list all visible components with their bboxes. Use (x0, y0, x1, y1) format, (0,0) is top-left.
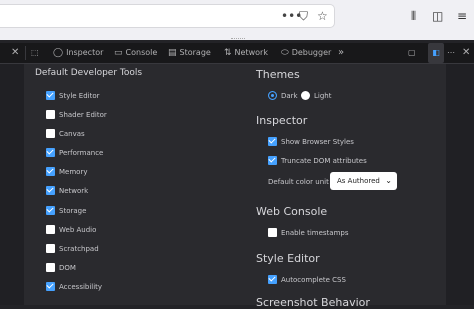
menu-icon[interactable]: ≡ (457, 8, 467, 24)
style-editor-heading: Style Editor (256, 252, 320, 265)
themes-heading: Themes (256, 68, 300, 81)
tab-network[interactable]: ⇅ Network (224, 43, 268, 63)
checkbox[interactable] (46, 186, 55, 195)
checkbox[interactable] (46, 282, 55, 291)
close-devtools-icon[interactable]: ✕ (11, 43, 19, 63)
sidebar-icon[interactable]: ◫ (432, 8, 443, 24)
panel-right-margin (446, 64, 474, 305)
responsive-design-icon[interactable]: ▢ (408, 43, 416, 63)
checkbox[interactable] (46, 206, 55, 215)
color-unit-select[interactable]: As Authored ⌄ (330, 172, 397, 190)
screenshot-heading: Screenshot Behavior (256, 296, 370, 309)
element-picker-icon[interactable]: ⬚ (31, 43, 39, 63)
checkbox[interactable] (268, 137, 277, 146)
panel-left-margin (0, 64, 24, 305)
checkbox[interactable] (268, 156, 277, 165)
radio-button[interactable] (268, 91, 277, 100)
close-toolbox-icon[interactable]: ✕ (462, 43, 470, 63)
default-tools-heading: Default Developer Tools (35, 68, 143, 78)
tab-debugger[interactable]: ⬭ Debugger (281, 43, 331, 63)
resize-grip-icon[interactable] (231, 38, 245, 41)
chevron-down-icon: ⌄ (385, 176, 392, 185)
devtools-toolbar: ✕ ⬚ ◯ Inspector ▭ Console ▤ Storage ⇅ Networ… (0, 43, 474, 64)
checkbox[interactable] (46, 148, 55, 157)
inspector-icon: ◯ (53, 48, 64, 58)
checkbox[interactable] (268, 275, 277, 284)
settings-dock-icon[interactable]: ◧ (428, 43, 444, 63)
checkbox[interactable] (46, 91, 55, 100)
checkbox[interactable] (46, 129, 55, 138)
checkbox[interactable] (46, 225, 55, 234)
library-icon[interactable]: ⫴ (411, 8, 416, 24)
debugger-icon: ⬭ (281, 48, 289, 58)
network-icon: ⇅ (224, 48, 232, 58)
web-console-heading: Web Console (256, 205, 328, 218)
options-menu-icon[interactable]: ⋯ (447, 43, 455, 63)
checkbox[interactable] (46, 263, 55, 272)
checkbox[interactable] (46, 244, 55, 253)
inspector-heading: Inspector (256, 114, 308, 127)
tab-storage[interactable]: ▤ Storage (168, 43, 211, 63)
color-unit-label: Default color unit (268, 178, 329, 186)
radio-button[interactable] (301, 91, 310, 100)
checkbox[interactable] (46, 167, 55, 176)
pocket-icon[interactable]: ⛉ (299, 9, 308, 23)
checkbox[interactable] (46, 110, 55, 119)
storage-icon: ▤ (168, 48, 177, 58)
bookmark-star-icon[interactable]: ☆ (317, 9, 328, 23)
checkbox[interactable] (268, 228, 277, 237)
browser-chrome: ••• ⛉ ☆ ⫴ ◫ ≡ (0, 0, 474, 40)
console-icon: ▭ (114, 48, 123, 58)
tab-inspector[interactable]: ◯ Inspector (53, 43, 103, 63)
tabs-overflow-button[interactable]: » (338, 43, 344, 63)
color-unit-value: As Authored (337, 177, 380, 185)
tab-console[interactable]: ▭ Console (114, 43, 157, 63)
toolbar-separator (25, 46, 26, 60)
